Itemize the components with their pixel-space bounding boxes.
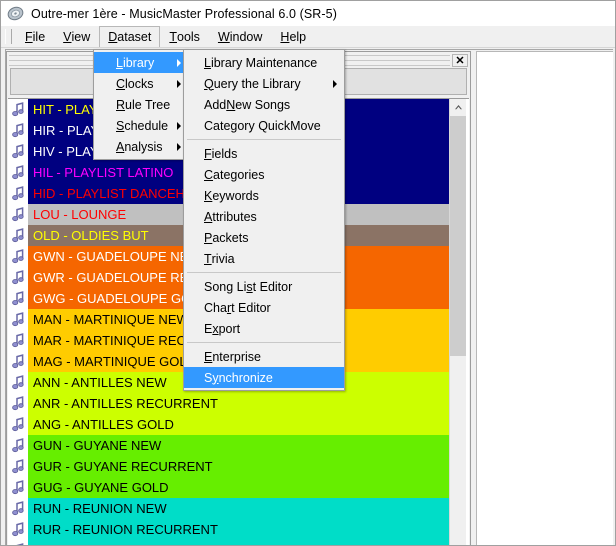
- category-row[interactable]: GUR - GUYANE RECURRENT: [8, 456, 449, 477]
- music-note-icon: [8, 393, 28, 414]
- menu-bar: File View Dataset Tools Window Help: [1, 26, 615, 48]
- menubar-item-help[interactable]: Help: [271, 26, 315, 47]
- category-label: ANG - ANTILLES GOLD: [28, 414, 449, 435]
- music-note-icon: [8, 267, 28, 288]
- music-note-icon: [8, 477, 28, 498]
- category-row[interactable]: RUN - REUNION NEW: [8, 498, 449, 519]
- category-label: RUR - REUNION RECURRENT: [28, 519, 449, 540]
- category-row[interactable]: RUG - REUNION GOLD: [8, 540, 449, 545]
- music-note-icon: [8, 162, 28, 183]
- menu-drag-grip[interactable]: [5, 29, 12, 44]
- submenu-arrow-icon: [177, 58, 181, 67]
- music-note-icon: [8, 99, 28, 120]
- menu-item-synchronize[interactable]: Sy nchronize: [184, 367, 344, 388]
- menu-item-trivia[interactable]: Trivia: [184, 248, 344, 269]
- music-note-icon: [8, 309, 28, 330]
- menu-item-category-quickmove[interactable]: Category QuickMove: [184, 115, 344, 136]
- menu-item-schedule[interactable]: Schedule: [94, 115, 188, 136]
- menu-separator: [187, 342, 341, 343]
- submenu-arrow-icon: [177, 121, 181, 130]
- music-note-icon: [8, 183, 28, 204]
- music-note-icon: [8, 414, 28, 435]
- menubar-item-window[interactable]: Window: [209, 26, 271, 47]
- category-list-scrollbar[interactable]: [449, 99, 466, 545]
- submenu-arrow-icon: [333, 79, 337, 88]
- menu-item-song-list-editor[interactable]: Song Li s t Editor: [184, 276, 344, 297]
- category-label: ANR - ANTILLES RECURRENT: [28, 393, 449, 414]
- music-note-icon: [8, 540, 28, 545]
- menu-item-chart-editor[interactable]: Cha r t Editor: [184, 297, 344, 318]
- menu-item-query-the-library[interactable]: Query the Library: [184, 73, 344, 94]
- menu-item-enterprise[interactable]: Enterprise: [184, 346, 344, 367]
- submenu-arrow-icon: [177, 79, 181, 88]
- disc-icon: [7, 5, 24, 22]
- music-note-icon: [8, 519, 28, 540]
- category-label: RUN - REUNION NEW: [28, 498, 449, 519]
- menu-item-library[interactable]: Library: [94, 52, 188, 73]
- menubar-item-file[interactable]: File: [16, 26, 54, 47]
- menu-item-categories[interactable]: Categories: [184, 164, 344, 185]
- menubar-item-view[interactable]: View: [54, 26, 99, 47]
- music-note-icon: [8, 246, 28, 267]
- close-icon[interactable]: ✕: [452, 54, 468, 67]
- music-note-icon: [8, 435, 28, 456]
- category-row[interactable]: ANR - ANTILLES RECURRENT: [8, 393, 449, 414]
- category-row[interactable]: GUN - GUYANE NEW: [8, 435, 449, 456]
- music-note-icon: [8, 288, 28, 309]
- dataset-menu-popup[interactable]: Library Clocks Rule Tree Schedule Analysis: [93, 49, 189, 160]
- menu-item-add-new-songs[interactable]: Add New Songs: [184, 94, 344, 115]
- category-row[interactable]: RUR - REUNION RECURRENT: [8, 519, 449, 540]
- music-note-icon: [8, 456, 28, 477]
- window-title-bar: Outre-mer 1ère - MusicMaster Professiona…: [1, 1, 615, 26]
- chevron-up-icon[interactable]: [450, 99, 466, 116]
- menu-item-analysis[interactable]: Analysis: [94, 136, 188, 157]
- category-row[interactable]: ANG - ANTILLES GOLD: [8, 414, 449, 435]
- music-note-icon: [8, 225, 28, 246]
- empty-document-pane: [476, 51, 613, 545]
- menubar-item-tools[interactable]: Tools: [160, 26, 209, 47]
- menu-item-packets[interactable]: Packets: [184, 227, 344, 248]
- music-note-icon: [8, 204, 28, 225]
- menu-item-rule-tree[interactable]: Rule Tree: [94, 94, 188, 115]
- menu-item-library-maintenance[interactable]: Library Maintenance: [184, 52, 344, 73]
- music-note-icon: [8, 141, 28, 162]
- music-note-icon: [8, 351, 28, 372]
- menu-separator: [187, 272, 341, 273]
- category-label: GUG - GUYANE GOLD: [28, 477, 449, 498]
- music-note-icon: [8, 120, 28, 141]
- application-window: Outre-mer 1ère - MusicMaster Professiona…: [0, 0, 616, 546]
- menu-item-export[interactable]: Ex port: [184, 318, 344, 339]
- music-note-icon: [8, 330, 28, 351]
- category-row[interactable]: GUG - GUYANE GOLD: [8, 477, 449, 498]
- music-note-icon: [8, 372, 28, 393]
- submenu-arrow-icon: [177, 142, 181, 151]
- category-label: RUG - REUNION GOLD: [28, 540, 449, 545]
- library-submenu-popup[interactable]: Library Maintenance Query the Library Add …: [183, 49, 345, 391]
- menu-item-keywords[interactable]: Keywords: [184, 185, 344, 206]
- scrollbar-thumb[interactable]: [450, 116, 466, 356]
- menu-item-clocks[interactable]: Clocks: [94, 73, 188, 94]
- menu-item-fields[interactable]: Fields: [184, 143, 344, 164]
- window-title: Outre-mer 1ère - MusicMaster Professiona…: [31, 6, 337, 21]
- scrollbar-track[interactable]: [450, 356, 466, 545]
- category-label: GUN - GUYANE NEW: [28, 435, 449, 456]
- menu-item-attributes[interactable]: Attributes: [184, 206, 344, 227]
- music-note-icon: [8, 498, 28, 519]
- menubar-item-dataset[interactable]: Dataset: [99, 26, 161, 47]
- category-label: GUR - GUYANE RECURRENT: [28, 456, 449, 477]
- menu-separator: [187, 139, 341, 140]
